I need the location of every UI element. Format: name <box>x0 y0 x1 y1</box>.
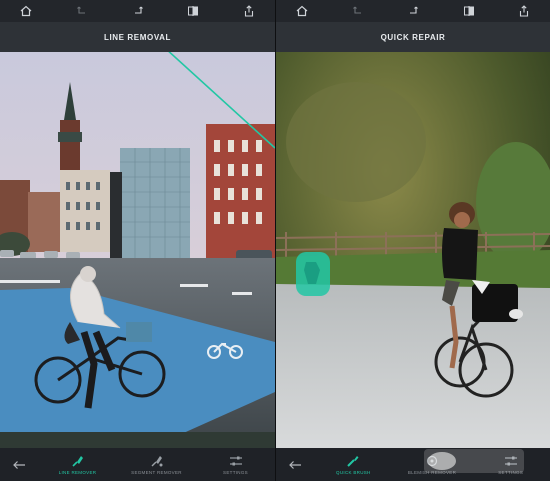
redo-icon[interactable] <box>405 3 421 19</box>
quick-repair-panel: QUICK REPAIR QUICK BRUSH BLEMISH REMOVER… <box>276 0 550 481</box>
tool-segment-remover[interactable]: SEGMENT REMOVER <box>117 454 196 475</box>
compare-icon[interactable] <box>461 3 477 19</box>
park-cyclist-photo[interactable] <box>276 52 550 448</box>
redo-icon[interactable] <box>130 3 146 19</box>
city-street-photo[interactable] <box>0 52 275 448</box>
top-toolbar <box>276 0 550 22</box>
line-removal-panel: LINE REMOVAL LINE REMOVER SEGMENT REMOVE… <box>0 0 275 481</box>
home-icon[interactable] <box>294 3 310 19</box>
tool-label: LINE REMOVER <box>58 470 97 475</box>
top-toolbar <box>0 0 275 22</box>
share-icon[interactable] <box>516 3 532 19</box>
segment-remover-icon <box>151 456 162 467</box>
panel-title: QUICK REPAIR <box>276 22 550 52</box>
tool-label: QUICK BRUSH <box>336 470 371 475</box>
tool-line-remover[interactable]: LINE REMOVER <box>38 454 117 475</box>
watermark-badge-icon <box>428 452 456 470</box>
sliders-icon <box>229 456 242 466</box>
share-icon[interactable] <box>241 3 257 19</box>
undo-icon[interactable] <box>350 3 366 19</box>
home-icon[interactable] <box>18 3 34 19</box>
tool-quick-brush[interactable]: QUICK BRUSH <box>314 454 393 475</box>
watermark-logo <box>424 449 524 473</box>
back-arrow-icon[interactable] <box>276 460 314 470</box>
compare-icon[interactable] <box>185 3 201 19</box>
tool-label: SETTINGS <box>223 470 248 475</box>
tool-label: SEGMENT REMOVER <box>131 470 182 475</box>
tool-settings[interactable]: SETTINGS <box>196 454 275 475</box>
quick-brush-icon <box>347 456 359 467</box>
line-remover-icon <box>71 456 83 467</box>
back-arrow-icon[interactable] <box>0 460 38 470</box>
bottom-toolbar: LINE REMOVER SEGMENT REMOVER SETTINGS <box>0 448 275 481</box>
panel-title: LINE REMOVAL <box>0 22 275 52</box>
undo-icon[interactable] <box>74 3 90 19</box>
